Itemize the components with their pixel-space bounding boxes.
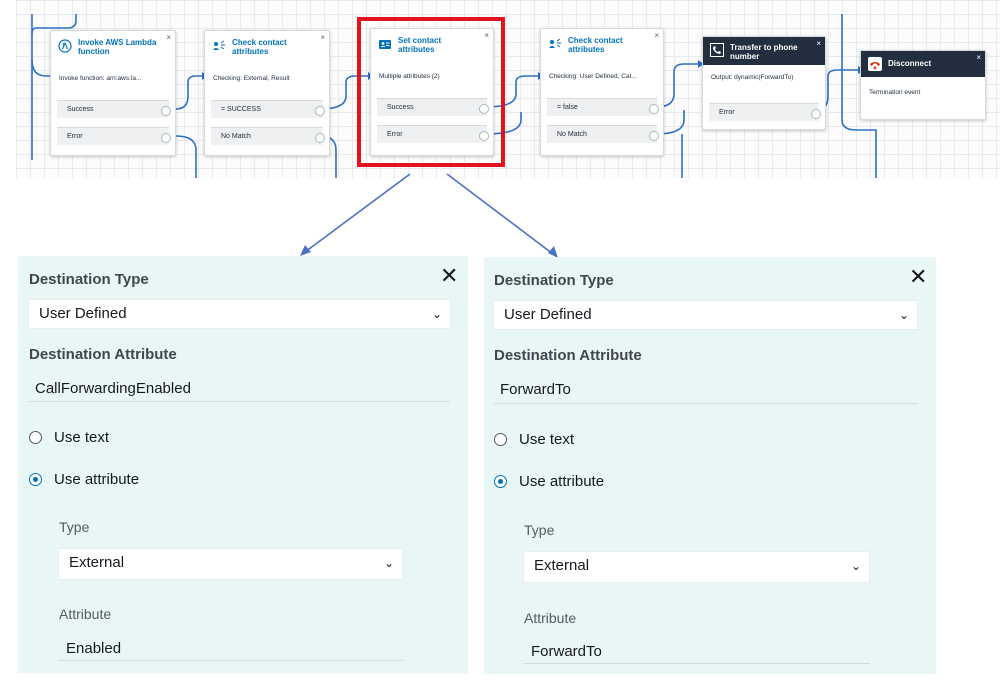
destination-attribute-input[interactable]: ForwardTo [500, 381, 571, 398]
use-text-label: Use text [519, 431, 575, 448]
type-label: Type [524, 522, 555, 538]
destination-attribute-input[interactable]: CallForwardingEnabled [35, 380, 191, 397]
chevron-down-icon: ⌄ [898, 308, 909, 322]
use-attribute-radio[interactable] [29, 473, 42, 486]
close-icon[interactable]: ✕ [440, 265, 458, 287]
input-underline [523, 663, 870, 664]
chevron-down-icon: ⌄ [431, 307, 442, 321]
destination-type-select[interactable]: User Defined ⌄ [493, 300, 918, 330]
use-text-label: Use text [54, 429, 110, 446]
destination-type-value: User Defined [39, 305, 127, 322]
destination-type-label: Destination Type [494, 272, 614, 289]
chevron-down-icon: ⌄ [850, 559, 861, 573]
input-underline [58, 660, 403, 661]
input-underline [494, 403, 918, 404]
chevron-down-icon: ⌄ [383, 556, 394, 570]
type-value: External [534, 557, 590, 574]
properties-panel-left: Destination Type ✕ User Defined ⌄ Destin… [18, 256, 468, 673]
arrowhead [300, 245, 311, 256]
attribute-input[interactable]: ForwardTo [531, 643, 602, 660]
attribute-label: Attribute [59, 606, 112, 622]
type-select[interactable]: External ⌄ [58, 548, 403, 580]
type-label: Type [59, 519, 90, 535]
use-attribute-label: Use attribute [54, 471, 140, 488]
type-value: External [69, 554, 125, 571]
destination-type-value: User Defined [504, 306, 592, 323]
close-icon[interactable]: ✕ [909, 266, 927, 288]
use-text-radio[interactable] [29, 431, 42, 444]
input-underline [29, 401, 450, 402]
use-text-radio[interactable] [494, 433, 507, 446]
destination-attribute-label: Destination Attribute [494, 347, 642, 364]
callout-arrow-right [446, 173, 554, 255]
callout-arrow-left [304, 173, 411, 253]
use-attribute-label: Use attribute [519, 473, 605, 490]
use-attribute-radio[interactable] [494, 475, 507, 488]
destination-type-select[interactable]: User Defined ⌄ [28, 299, 451, 329]
type-select[interactable]: External ⌄ [523, 551, 870, 583]
destination-type-label: Destination Type [29, 271, 149, 288]
properties-panel-right: Destination Type ✕ User Defined ⌄ Destin… [484, 257, 936, 674]
attribute-label: Attribute [524, 610, 577, 626]
destination-attribute-label: Destination Attribute [29, 346, 177, 363]
attribute-input[interactable]: Enabled [66, 640, 121, 657]
